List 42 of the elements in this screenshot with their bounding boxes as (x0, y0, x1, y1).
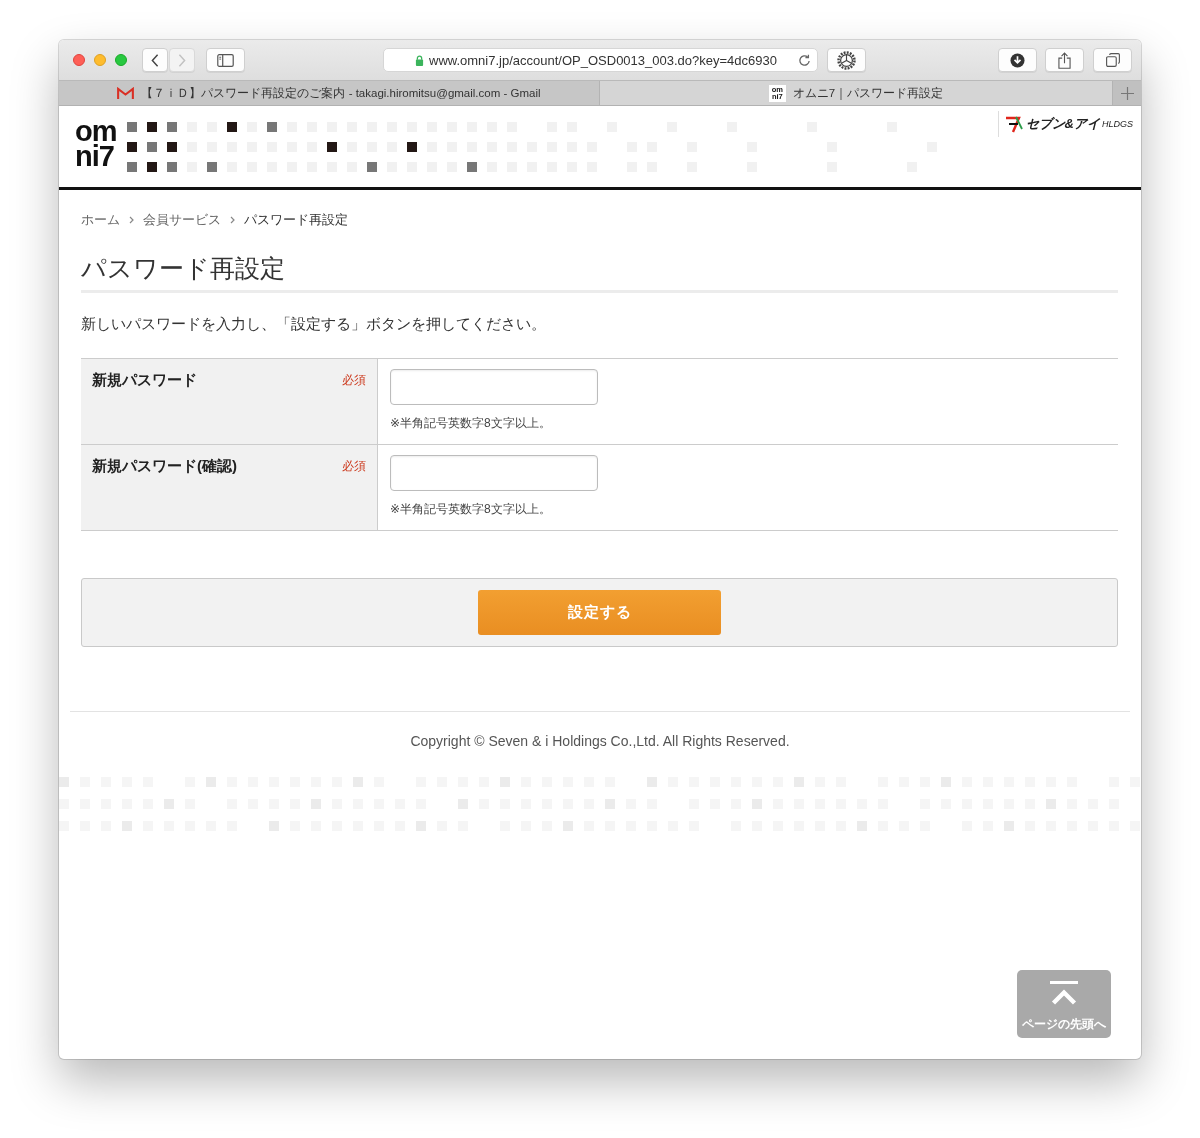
breadcrumb-current: パスワード再設定 (244, 212, 348, 229)
site-logo[interactable]: om ni7 (75, 119, 117, 169)
breadcrumb-link[interactable]: ホーム (81, 211, 120, 229)
reload-button[interactable] (798, 53, 811, 67)
password-field[interactable] (390, 369, 598, 405)
show-tabs-button[interactable] (1093, 48, 1132, 72)
chevron-right-icon (178, 53, 186, 67)
logo-mark-icon (1003, 115, 1024, 133)
tabs-icon (1105, 53, 1120, 67)
required-label: 必須 (342, 458, 366, 475)
extension-button[interactable] (827, 48, 866, 72)
chevron-right-icon (129, 216, 134, 224)
sidebar-button[interactable] (206, 48, 245, 72)
share-button[interactable] (1045, 48, 1084, 72)
breadcrumb-link[interactable]: 会員サービス (143, 211, 221, 229)
download-icon (1010, 52, 1025, 68)
new-tab-button[interactable] (1113, 81, 1141, 105)
field-label: 新規パスワード(確認) (92, 456, 237, 476)
chevron-up-icon (1050, 981, 1078, 1007)
share-icon (1058, 51, 1071, 69)
group-logo-name: セブン&アイ (1025, 115, 1100, 133)
required-label: 必須 (342, 372, 366, 389)
field-label: 新規パスワード (92, 370, 197, 390)
zoom-button[interactable] (115, 54, 127, 66)
plus-icon (1120, 86, 1134, 100)
chevron-right-icon (230, 216, 235, 224)
password-field[interactable] (390, 455, 598, 491)
gear-icon (837, 50, 856, 70)
field-hint: ※半角記号英数字8文字以上。 (390, 501, 551, 518)
sidebar-icon (217, 53, 234, 67)
field-hint: ※半角記号英数字8文字以上。 (390, 415, 551, 432)
page-title: パスワード再設定 (81, 253, 285, 284)
close-button[interactable] (73, 54, 85, 66)
chevron-left-icon (151, 53, 159, 67)
downloads-button[interactable] (998, 48, 1037, 72)
address-field[interactable]: www.omni7.jp/account/OP_OSD0013_003.do?key=4dc6930 (383, 48, 818, 72)
copyright-text: Copyright © Seven & i Holdings Co.,Ltd. All Rights Reserved. (410, 732, 790, 751)
reload-icon (798, 53, 811, 67)
back-button[interactable] (142, 48, 168, 72)
instruction-text: 新しいパスワードを入力し、「設定する」ボタンを押してください。 (81, 315, 546, 334)
mail-icon (117, 86, 135, 100)
group-logo-suffix: HLDGS (1102, 119, 1133, 129)
